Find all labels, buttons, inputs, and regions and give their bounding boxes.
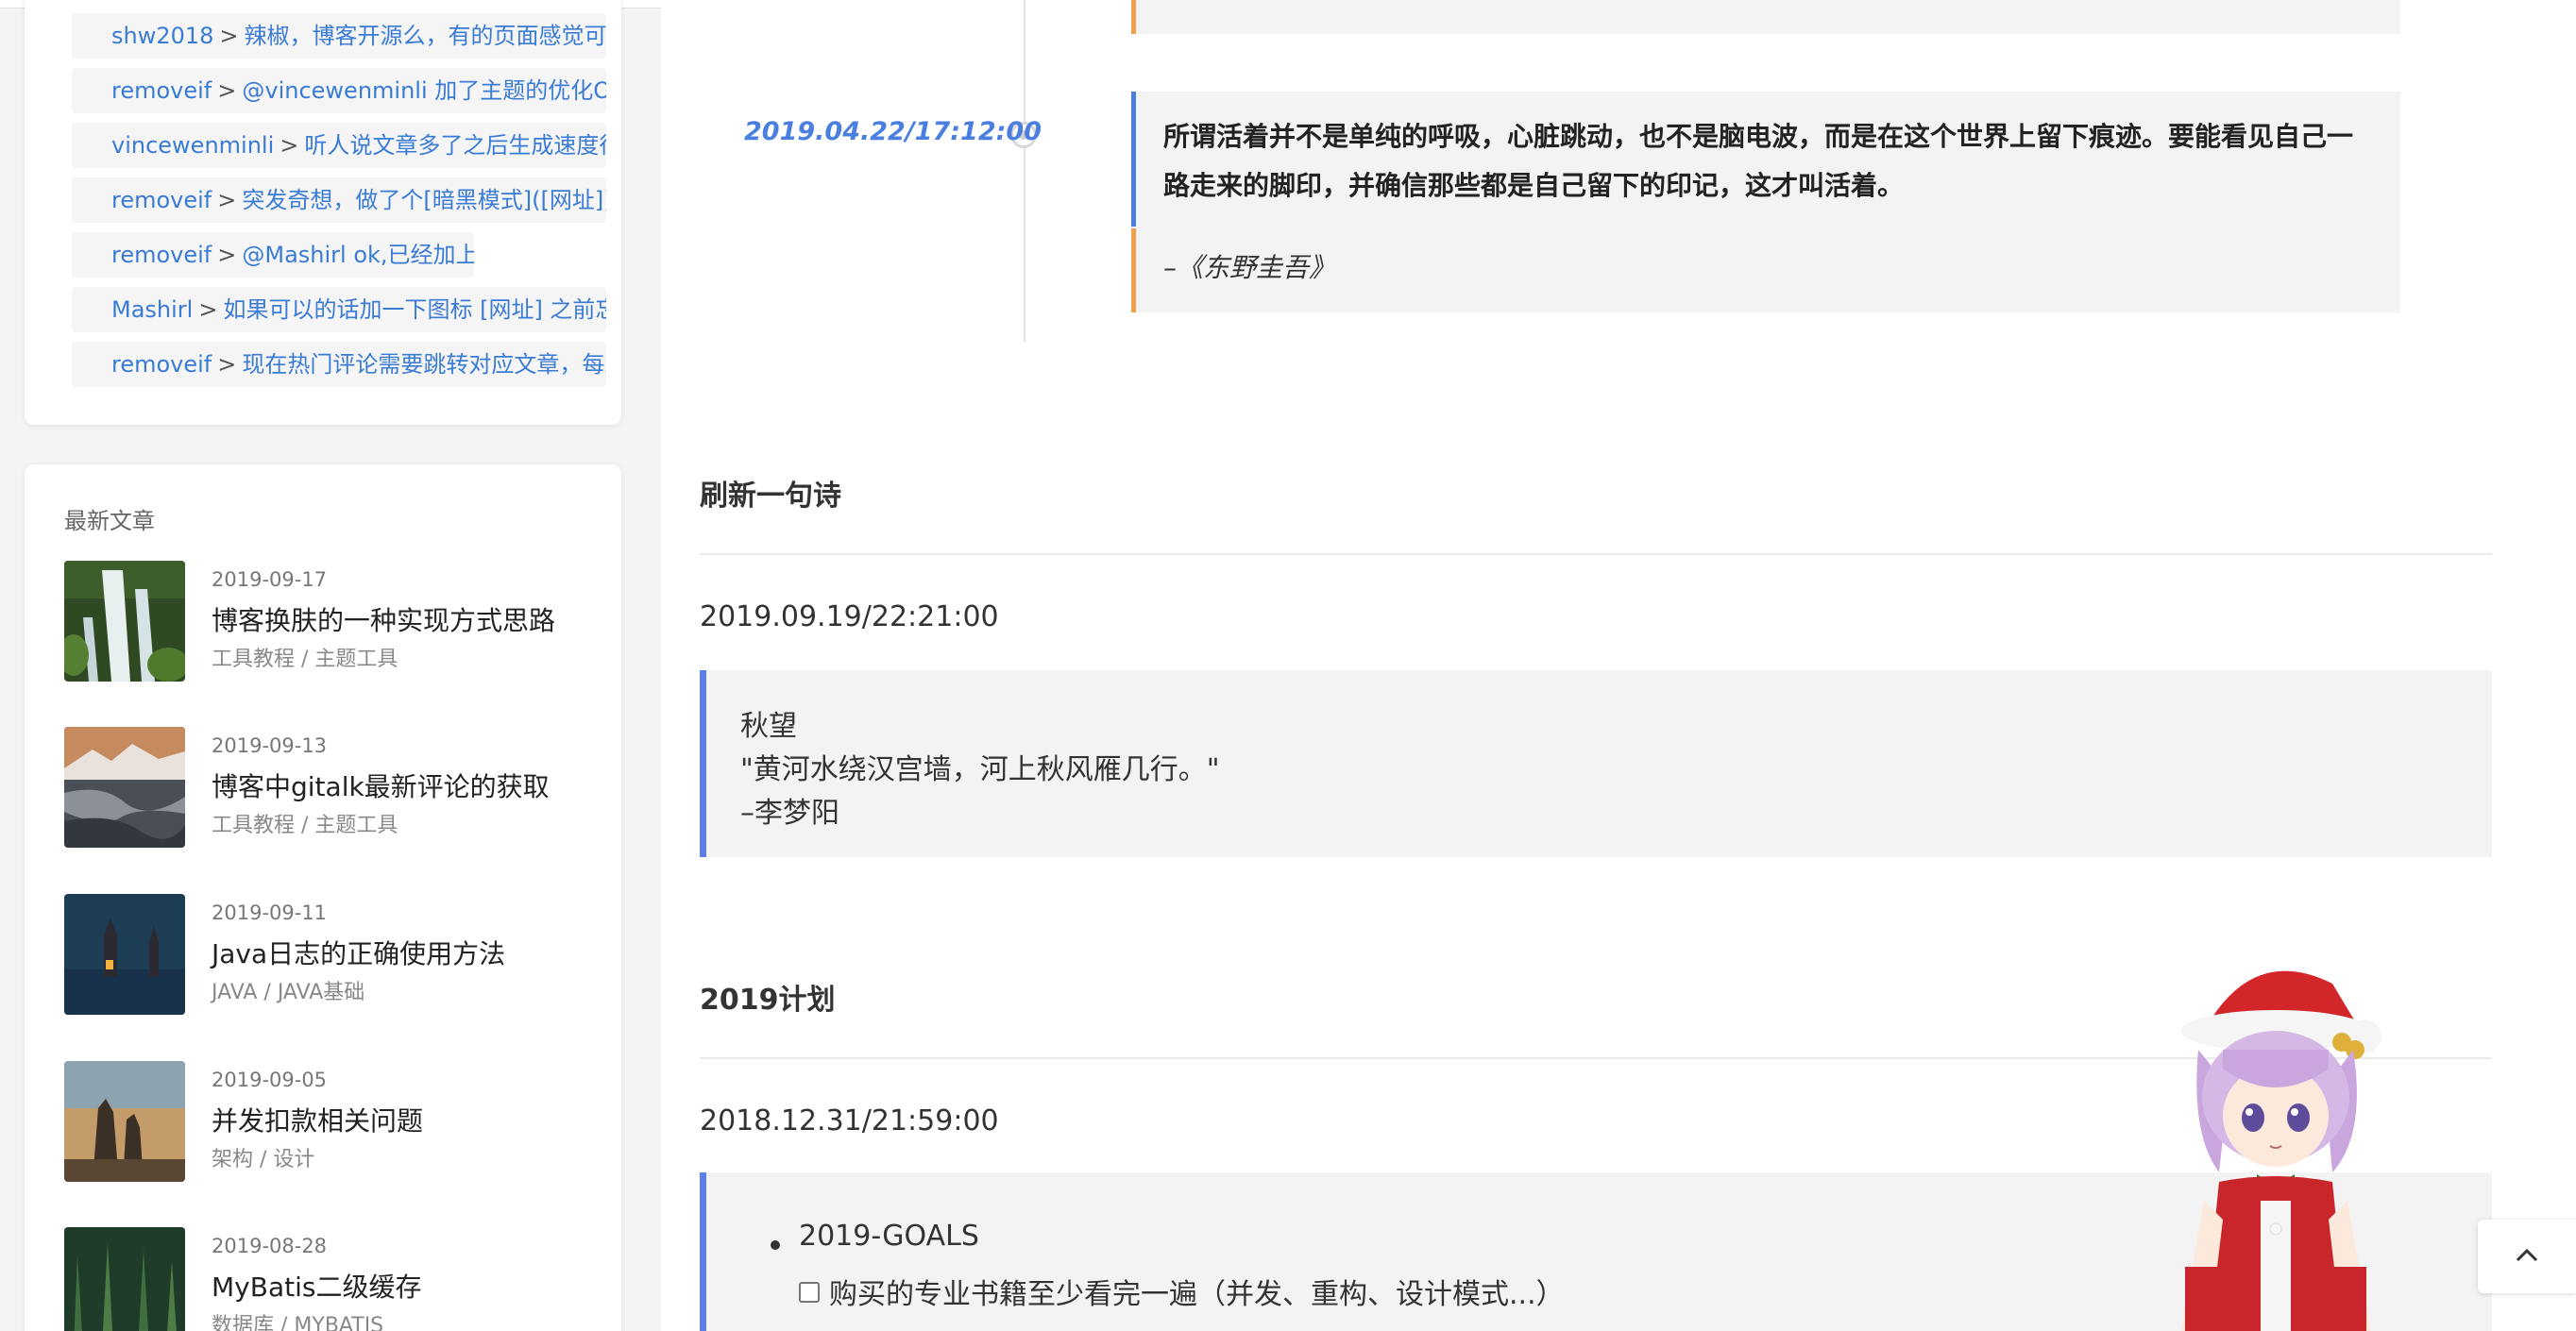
post-title[interactable]: 博客中gitalk最新评论的获取	[212, 767, 550, 804]
comment-separator: >	[280, 132, 299, 159]
task-checkbox[interactable]	[799, 1282, 820, 1303]
post-date: 2019-09-11	[212, 901, 328, 924]
comment-user[interactable]: vincewenminli	[111, 132, 274, 159]
post-date: 2019-08-28	[212, 1235, 328, 1257]
post-thumbnail[interactable]	[64, 561, 185, 682]
post-item[interactable]: 2019-08-28 MyBatis二级缓存 数据库 / MYBATIS	[64, 1227, 593, 1331]
author-accent-bar	[1131, 228, 1136, 312]
post-date: 2019-09-13	[212, 734, 328, 757]
post-item[interactable]: 2019-09-17 博客换肤的一种实现方式思路 工具教程 / 主题工具	[64, 561, 593, 682]
back-to-top-button[interactable]	[2478, 1220, 2576, 1293]
post-tags[interactable]: 工具教程 / 主题工具	[212, 642, 398, 672]
comment-item[interactable]: vincewenminli>听人说文章多了之后生成速度很慢	[72, 123, 606, 168]
section-timestamp: 2018.12.31/21:59:00	[700, 1104, 999, 1137]
post-tags[interactable]: JAVA / JAVA基础	[212, 975, 364, 1005]
comment-text[interactable]: 辣椒，博客开源么，有的页面感觉可以	[245, 23, 606, 49]
post-thumbnail[interactable]	[64, 1227, 185, 1331]
quote-card: 所谓活着并不是单纯的呼吸，心脏跳动，也不是脑电波，而是在这个世界上留下痕迹。要能…	[1131, 92, 2400, 312]
comment-item[interactable]: shw2018 > 辣椒，博客开源么，有的页面感觉可以	[72, 13, 606, 59]
recent-posts-title: 最新文章	[64, 508, 155, 534]
comment-user[interactable]: Mashirl	[111, 296, 193, 323]
comment-text[interactable]: @Mashirl ok,已经加上了哈	[242, 242, 474, 268]
comment-text[interactable]: @vincewenminli 加了主题的优化OOM	[242, 77, 606, 104]
timeline-date: 2019.04.22/17:12:00	[744, 117, 1042, 146]
poem-line: "黄河水绕汉宫墙，河上秋风雁几行。"	[740, 753, 1220, 786]
previous-quote-block	[1131, 0, 2400, 34]
comment-user[interactable]: removeif	[111, 242, 212, 268]
recent-posts-card: 最新文章 2019-09-17 博客换肤的一种实现方式思路 工具教程 / 主题工…	[25, 464, 621, 1331]
comment-item[interactable]: removeif>@Mashirl ok,已经加上了哈	[72, 232, 474, 278]
divider	[700, 553, 2492, 555]
mascot-character[interactable]	[2144, 955, 2408, 1331]
post-item[interactable]: 2019-09-11 Java日志的正确使用方法 JAVA / JAVA基础	[64, 894, 593, 1015]
comment-text[interactable]: 如果可以的话加一下图标 [网址] 之前忘	[223, 296, 606, 323]
section-title-plan: 2019计划	[700, 984, 836, 1017]
comment-separator: >	[217, 77, 237, 104]
section-timestamp: 2019.09.19/22:21:00	[700, 600, 999, 633]
comment-user[interactable]: removeif	[111, 77, 212, 104]
post-tags[interactable]: 架构 / 设计	[212, 1142, 314, 1172]
post-item[interactable]: 2019-09-13 博客中gitalk最新评论的获取 工具教程 / 主题工具	[64, 727, 593, 848]
comment-item[interactable]: removeif > 现在热门评论需要跳转对应文章，每次	[72, 342, 606, 387]
quote-accent-bar	[1131, 92, 1136, 227]
comment-user[interactable]: shw2018	[111, 23, 213, 49]
comment-user[interactable]: removeif	[111, 187, 212, 213]
poem-blockquote: 秋望 "黄河水绕汉宫墙，河上秋风雁几行。" –李梦阳	[700, 670, 2492, 857]
comment-text[interactable]: 突发奇想，做了个[暗黑模式]([网址])的	[242, 187, 606, 213]
comment-separator: >	[219, 23, 239, 49]
quote-author: –《东野圭吾》	[1163, 252, 1336, 283]
comment-separator: >	[198, 296, 218, 323]
timeline-line	[1024, 0, 1025, 342]
post-date: 2019-09-05	[212, 1069, 328, 1091]
plan-goal: 2019-GOALS	[799, 1220, 979, 1253]
comment-separator: >	[217, 351, 237, 378]
post-thumbnail[interactable]	[64, 1061, 185, 1182]
comment-item[interactable]: removeif>@vincewenminli 加了主题的优化OOM	[72, 68, 606, 113]
post-date: 2019-09-17	[212, 568, 328, 591]
post-title[interactable]: MyBatis二级缓存	[212, 1267, 421, 1305]
post-title[interactable]: 并发扣款相关问题	[212, 1101, 423, 1138]
bullet-icon	[771, 1240, 780, 1250]
recent-comments-card: shw2018 > 辣椒，博客开源么，有的页面感觉可以 removeif > @vinc…	[25, 0, 621, 425]
poem-title: 秋望	[740, 710, 797, 743]
post-title[interactable]: Java日志的正确使用方法	[212, 934, 505, 971]
post-tags[interactable]: 数据库 / MYBATIS	[212, 1308, 383, 1331]
post-title[interactable]: 博客换肤的一种实现方式思路	[212, 600, 555, 638]
comment-item[interactable]: removeif > 突发奇想，做了个[暗黑模式]([网址])的	[72, 177, 606, 223]
comment-separator: >	[217, 242, 237, 268]
plan-task: 购买的专业书籍至少看完一遍（并发、重构、设计模式...）	[829, 1278, 1565, 1311]
comment-text[interactable]: 听人说文章多了之后生成速度很慢	[304, 132, 606, 159]
post-thumbnail[interactable]	[64, 727, 185, 848]
comment-user[interactable]: removeif	[111, 351, 212, 378]
comment-text[interactable]: 现在热门评论需要跳转对应文章，每次	[242, 351, 606, 378]
comment-separator: >	[217, 187, 237, 213]
poem-author: –李梦阳	[740, 797, 839, 830]
post-item[interactable]: 2019-09-05 并发扣款相关问题 架构 / 设计	[64, 1061, 593, 1182]
post-tags[interactable]: 工具教程 / 主题工具	[212, 808, 398, 838]
section-title-poem: 刷新一句诗	[700, 480, 841, 513]
quote-text: 所谓活着并不是单纯的呼吸，心脏跳动，也不是脑电波，而是在这个世界上留下痕迹。要能…	[1163, 121, 2354, 201]
comment-item[interactable]: Mashirl > 如果可以的话加一下图标 [网址] 之前忘	[72, 287, 606, 332]
post-thumbnail[interactable]	[64, 894, 185, 1015]
